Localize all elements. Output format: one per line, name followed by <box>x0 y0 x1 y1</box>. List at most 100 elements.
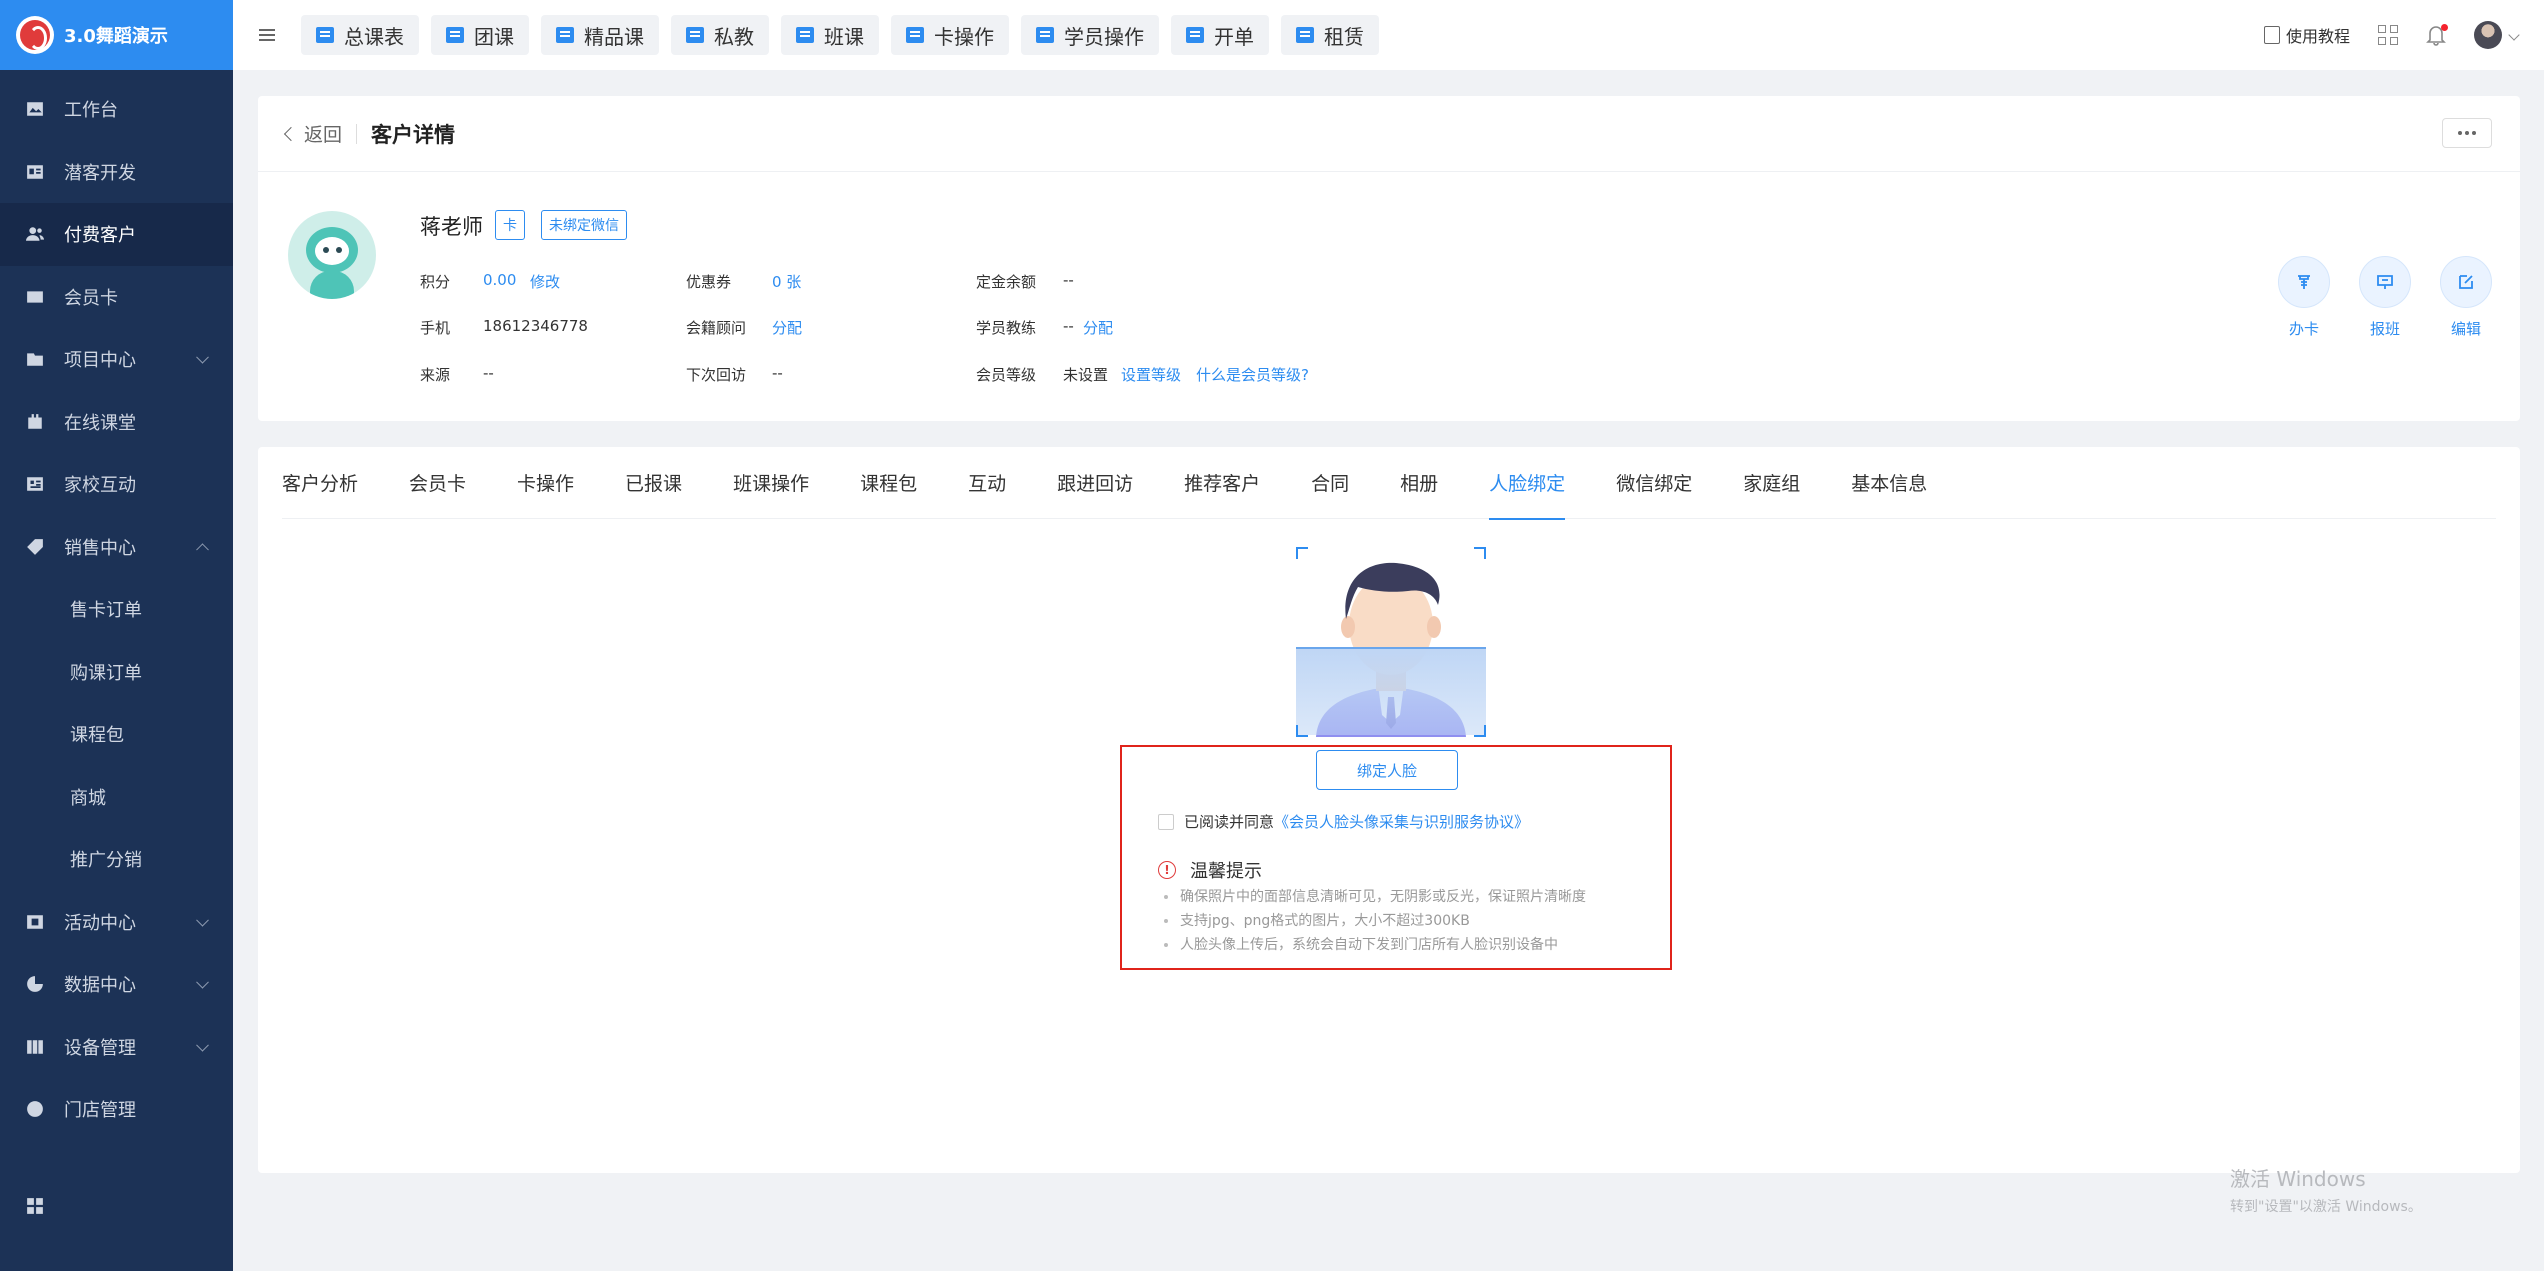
tab-5[interactable]: 课程包 <box>860 447 917 519</box>
sidebar-item-home-school[interactable]: 家校互动 <box>0 453 233 516</box>
sidebar-item-workbench[interactable]: 工作台 <box>0 78 233 141</box>
user-avatar[interactable] <box>2474 21 2502 49</box>
qr-grid-icon[interactable] <box>2378 25 2398 45</box>
quick-btn-private[interactable]: 私教 <box>671 15 769 55</box>
user-icon <box>1036 27 1054 43</box>
deposit-label: 定金余额 <box>976 273 1037 291</box>
quick-btn-label: 班课 <box>824 24 864 49</box>
quick-btn-rent[interactable]: 租赁 <box>1281 15 1379 55</box>
chevron-up-icon <box>196 543 209 556</box>
sidebar-item-label: 门店管理 <box>64 1100 136 1122</box>
wechat-unbound-tag[interactable]: 未绑定微信 <box>541 210 627 240</box>
sidebar-item-label: 活动中心 <box>64 912 136 934</box>
quick-btn-premium-class[interactable]: 精品课 <box>541 15 659 55</box>
sidebar-item-label: 潜客开发 <box>64 162 136 184</box>
sidebar-item-membership-card[interactable]: 会员卡 <box>0 266 233 329</box>
tab-3[interactable]: 已报课 <box>625 447 682 519</box>
points-value: 0.00 <box>483 271 517 289</box>
tab-4[interactable]: 班课操作 <box>733 447 809 519</box>
tab-8[interactable]: 推荐客户 <box>1184 447 1260 519</box>
tab-0[interactable]: 客户分析 <box>282 447 358 519</box>
level-help-link[interactable]: 什么是会员等级? <box>1196 364 1309 385</box>
sidebar-item-project-center[interactable]: 项目中心 <box>0 328 233 391</box>
sidebar-item-store-management[interactable]: 门店管理 <box>0 1078 233 1141</box>
device-icon <box>26 1038 44 1056</box>
revisit-label: 下次回访 <box>686 366 747 384</box>
sidebar-subitem-distribution[interactable]: 推广分销 <box>0 828 233 891</box>
sidebar-item-label: 工作台 <box>64 100 118 122</box>
advisor-assign-link[interactable]: 分配 <box>772 317 802 338</box>
tab-2[interactable]: 卡操作 <box>517 447 574 519</box>
card-icon <box>2278 256 2330 308</box>
sidebar-item-activity-center[interactable]: 活动中心 <box>0 891 233 954</box>
sidebar-item-paid-customers[interactable]: 付费客户 <box>0 203 233 266</box>
agreement-link[interactable]: 《会员人脸头像采集与识别服务协议》 <box>1274 811 1529 832</box>
enroll-class-button[interactable]: 报班 <box>2359 256 2411 339</box>
sidebar-item-online-class[interactable]: 在线课堂 <box>0 391 233 454</box>
bind-face-button[interactable]: 绑定人脸 <box>1316 750 1458 790</box>
list-item: 人脸头像上传后，系统会自动下发到门店所有人脸识别设备中 <box>1164 933 1586 957</box>
agreement-prefix: 已阅读并同意 <box>1184 813 1275 831</box>
tab-1[interactable]: 会员卡 <box>409 447 466 519</box>
agreement-checkbox[interactable] <box>1158 813 1174 830</box>
board-icon <box>796 27 814 43</box>
quick-btn-card-ops[interactable]: 卡操作 <box>891 15 1009 55</box>
sidebar-item-label: 付费客户 <box>64 225 136 247</box>
bell-icon[interactable] <box>2426 24 2448 46</box>
issue-card-button[interactable]: 办卡 <box>2278 256 2330 339</box>
deposit-value: -- <box>1063 271 1074 289</box>
page-title: 客户详情 <box>371 122 456 147</box>
more-button[interactable] <box>2442 118 2492 148</box>
tab-12[interactable]: 微信绑定 <box>1616 447 1692 519</box>
sidebar-item-prospects[interactable]: 潜客开发 <box>0 141 233 204</box>
tab-9[interactable]: 合同 <box>1311 447 1349 519</box>
coupon-value[interactable]: 0 张 <box>772 271 801 292</box>
tab-6[interactable]: 互动 <box>968 447 1006 519</box>
list-item: 确保照片中的面部信息清晰可见，无阴影或反光，保证照片清晰度 <box>1164 885 1586 909</box>
apps-icon[interactable] <box>26 1197 44 1219</box>
chevron-down-icon[interactable] <box>2508 29 2520 41</box>
sidebar-item-sales-center[interactable]: 销售中心 <box>0 516 233 579</box>
back-button[interactable]: 返回 <box>283 120 342 147</box>
watermark-line2: 转到"设置"以激活 Windows。 <box>2230 1199 2422 1215</box>
quick-btn-open-order[interactable]: 开单 <box>1171 15 1269 55</box>
source-value: -- <box>483 364 494 382</box>
contact-icon <box>26 475 44 493</box>
id-card-icon <box>26 163 44 181</box>
image-icon <box>26 100 44 118</box>
sidebar-item-data-center[interactable]: 数据中心 <box>0 953 233 1016</box>
edit-button[interactable]: 编辑 <box>2440 256 2492 339</box>
coach-assign-link[interactable]: 分配 <box>1083 317 1113 338</box>
sidebar-item-label: 设备管理 <box>64 1037 136 1059</box>
tab-13[interactable]: 家庭组 <box>1743 447 1800 519</box>
sidebar-subitem-card-orders[interactable]: 售卡订单 <box>0 578 233 641</box>
quick-btn-label: 私教 <box>714 24 754 49</box>
menu-toggle-icon[interactable] <box>233 26 301 44</box>
sidebar-subitem-course-package[interactable]: 课程包 <box>0 703 233 766</box>
tab-10[interactable]: 相册 <box>1400 447 1438 519</box>
points-edit-link[interactable]: 修改 <box>530 271 560 292</box>
tab-11[interactable]: 人脸绑定 <box>1489 447 1566 520</box>
set-level-link[interactable]: 设置等级 <box>1121 364 1181 385</box>
tab-7[interactable]: 跟进回访 <box>1057 447 1133 519</box>
quick-btn-group-class[interactable]: 团课 <box>431 15 529 55</box>
sidebar-subitem-mall[interactable]: 商城 <box>0 766 233 829</box>
sidebar-subitem-course-orders[interactable]: 购课订单 <box>0 641 233 704</box>
tab-14[interactable]: 基本信息 <box>1851 447 1927 519</box>
detail-header: 返回 客户详情 <box>258 96 2520 172</box>
windows-activation-watermark: 激活 Windows 转到"设置"以激活 Windows。 <box>2230 1163 2422 1216</box>
quick-btn-schedule[interactable]: 总课表 <box>301 15 419 55</box>
bookmark-icon <box>556 27 574 43</box>
card-tag[interactable]: 卡 <box>495 210 525 240</box>
edit-icon <box>2440 256 2492 308</box>
guide-link[interactable]: 使用教程 <box>2263 23 2350 47</box>
coach-label: 学员教练 <box>976 319 1037 337</box>
topbar: 总课表 团课 精品课 私教 班课 卡操作 学员操作 开单 租赁 使用教程 <box>233 0 2544 70</box>
quick-btn-student-ops[interactable]: 学员操作 <box>1021 15 1159 55</box>
quick-btn-class[interactable]: 班课 <box>781 15 879 55</box>
advisor-label: 会籍顾问 <box>686 319 747 337</box>
sidebar-item-device-management[interactable]: 设备管理 <box>0 1016 233 1079</box>
brand-title: 3.0舞蹈演示 <box>64 26 168 47</box>
brand[interactable]: 3.0舞蹈演示 <box>0 0 233 70</box>
tag-icon <box>26 538 44 556</box>
